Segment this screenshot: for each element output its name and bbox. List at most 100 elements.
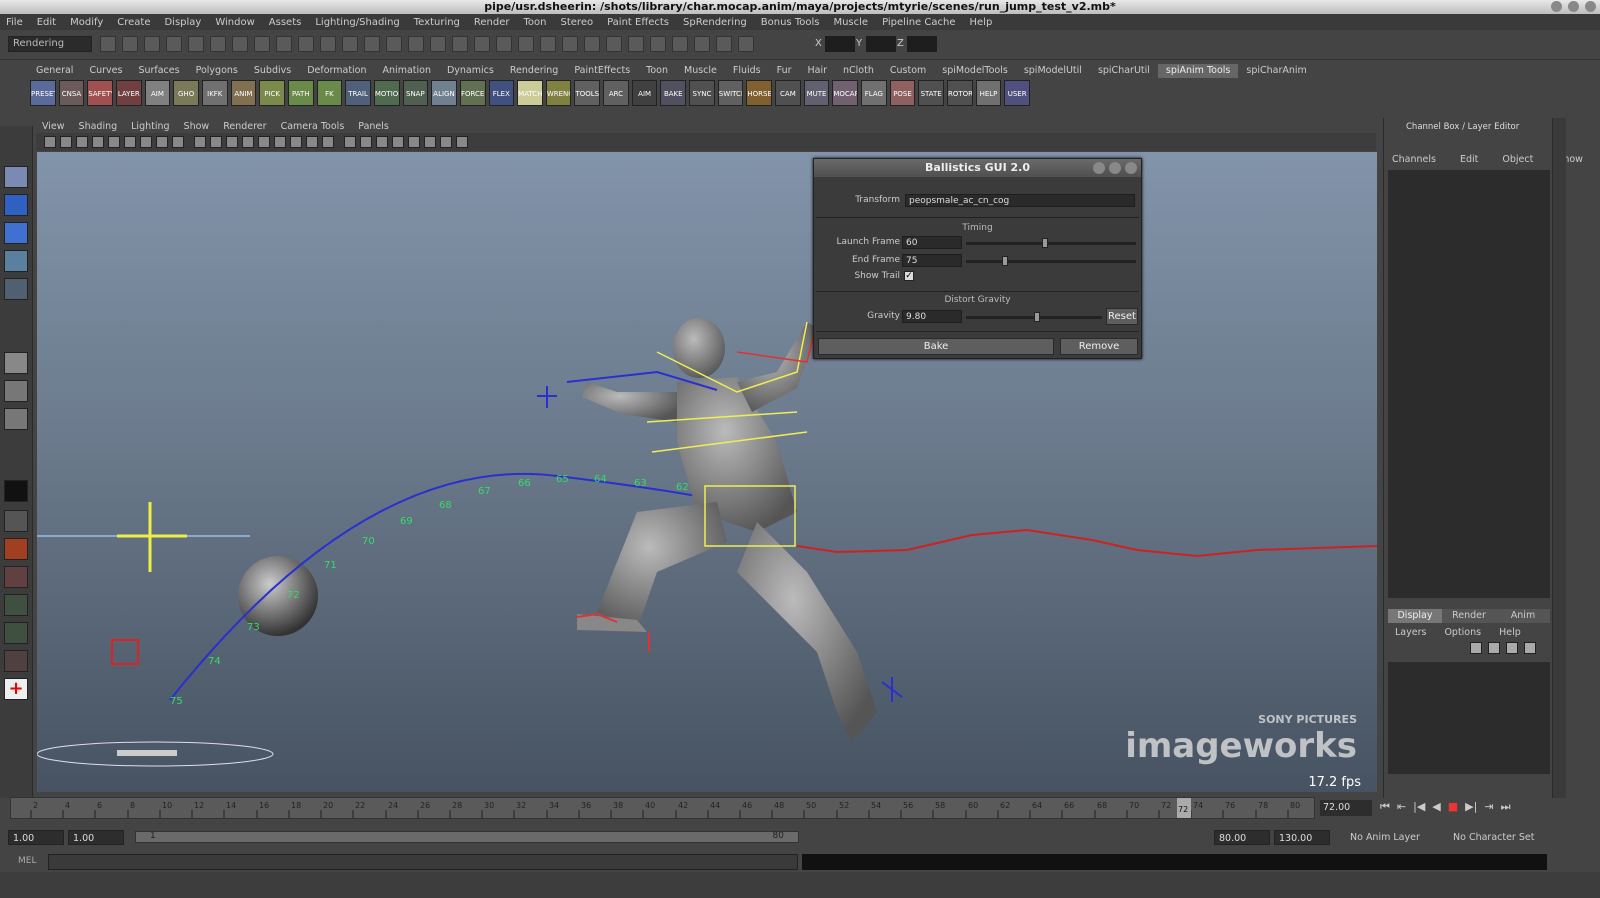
status-tool-icon[interactable] xyxy=(320,36,336,52)
panel-tool-icon[interactable] xyxy=(140,136,152,148)
launch-frame-slider[interactable] xyxy=(966,238,1136,248)
panel-tool-icon[interactable] xyxy=(92,136,104,148)
new-layer-selected-icon[interactable] xyxy=(1488,642,1500,654)
maximize-icon[interactable] xyxy=(1568,1,1579,12)
show-trail-checkbox[interactable]: ✓ xyxy=(904,271,914,281)
shelf-trail-icon[interactable]: TRAIL xyxy=(345,80,371,106)
shelf-flex-icon[interactable]: FLEX xyxy=(488,80,515,106)
status-tool-icon[interactable] xyxy=(144,36,160,52)
status-tool-icon[interactable] xyxy=(518,36,534,52)
shelf-tab-rendering[interactable]: Rendering xyxy=(502,64,567,78)
viewport-3d[interactable]: 75747372717069686766656463626160 SONY PI… xyxy=(37,152,1377,792)
menu-set-select[interactable]: Rendering xyxy=(8,36,92,52)
character-set-select[interactable]: No Character Set xyxy=(1453,832,1534,843)
shelf-tab-custom[interactable]: Custom xyxy=(882,64,934,78)
shelf-tab-spianim-tools[interactable]: spiAnim Tools xyxy=(1157,64,1239,78)
shelf-aim-icon[interactable]: AIM xyxy=(631,80,658,106)
scale-tool-icon[interactable] xyxy=(4,250,28,272)
status-tool-icon[interactable] xyxy=(122,36,138,52)
shelf-tab-toon[interactable]: Toon xyxy=(638,64,676,78)
status-tool-icon[interactable] xyxy=(672,36,688,52)
status-tool-icon[interactable] xyxy=(628,36,644,52)
panel-tool-icon[interactable] xyxy=(306,136,318,148)
panel-tool-icon[interactable] xyxy=(392,136,404,148)
panel-menu-panels[interactable]: Panels xyxy=(358,121,389,132)
shelf-align-icon[interactable]: ALIGN xyxy=(431,80,457,106)
status-tool-icon[interactable] xyxy=(738,36,754,52)
create-tool-icon[interactable] xyxy=(4,510,28,532)
new-layer-icon[interactable] xyxy=(1470,642,1482,654)
panel-tool-icon[interactable] xyxy=(242,136,254,148)
slider-knob[interactable] xyxy=(1042,238,1048,248)
panel-tool-icon[interactable] xyxy=(108,136,120,148)
shelf-user-tools-icon[interactable]: USER tools xyxy=(1004,80,1030,106)
menu-toon[interactable]: Toon xyxy=(524,17,547,28)
shelf-safety-icon[interactable]: SAFETY xyxy=(87,80,113,106)
menu-window[interactable]: Window xyxy=(215,17,254,28)
menu-muscle[interactable]: Muscle xyxy=(833,17,868,28)
menu-render[interactable]: Render xyxy=(474,17,510,28)
shelf-switch-icon[interactable]: SWITCH xyxy=(717,80,744,106)
shelf-tab-spicharanim[interactable]: spiCharAnim xyxy=(1238,64,1314,78)
layer-menu-options[interactable]: Options xyxy=(1444,627,1481,638)
layout-single-icon[interactable] xyxy=(4,352,28,374)
menu-file[interactable]: File xyxy=(6,17,23,28)
shelf-motion-icon[interactable]: MOTION xyxy=(373,80,400,106)
status-tool-icon[interactable] xyxy=(474,36,490,52)
slider-knob[interactable] xyxy=(1034,312,1040,322)
shelf-tab-subdivs[interactable]: Subdivs xyxy=(246,64,299,78)
layer-list[interactable] xyxy=(1388,662,1550,774)
channel-menu-channels[interactable]: Channels xyxy=(1392,154,1436,165)
y-field[interactable] xyxy=(866,36,896,52)
shelf-tab-spicharutil[interactable]: spiCharUtil xyxy=(1090,64,1158,78)
shelf-mute-icon[interactable]: MUTE xyxy=(803,80,830,106)
shelf-tools-icon[interactable]: TOOLS xyxy=(574,80,601,106)
menu-edit[interactable]: Edit xyxy=(37,17,56,28)
status-tool-icon[interactable] xyxy=(166,36,182,52)
move-tool-icon[interactable] xyxy=(4,194,28,216)
menu-create[interactable]: Create xyxy=(117,17,150,28)
prop-tool-icon[interactable] xyxy=(4,538,28,560)
panel-tool-icon[interactable] xyxy=(376,136,388,148)
shelf-bake-icon[interactable]: BAKE xyxy=(660,80,687,106)
all-tool-icon[interactable] xyxy=(4,622,28,644)
channel-box-area[interactable] xyxy=(1388,170,1550,598)
menu-display[interactable]: Display xyxy=(164,17,201,28)
minimize-icon[interactable] xyxy=(1551,1,1562,12)
step-back-key-icon[interactable]: ⇤ xyxy=(1397,800,1406,814)
status-tool-icon[interactable] xyxy=(606,36,622,52)
status-tool-icon[interactable] xyxy=(540,36,556,52)
shelf-tab-dynamics[interactable]: Dynamics xyxy=(439,64,502,78)
menu-sprendering[interactable]: SpRendering xyxy=(683,17,747,28)
shelf-cnsa-icon[interactable]: CNSA xyxy=(58,80,85,106)
constraint-tool-icon[interactable] xyxy=(4,566,28,588)
start-time-field[interactable]: 1.00 xyxy=(8,830,64,845)
panel-tool-icon[interactable] xyxy=(210,136,222,148)
shelf-snap-icon[interactable]: SNAP xyxy=(402,80,429,106)
shelf-sync-icon[interactable]: SYNC xyxy=(689,80,715,106)
shelf-state-icon[interactable]: STATE xyxy=(918,80,944,106)
playback-start-field[interactable]: 1.00 xyxy=(68,830,124,845)
status-tool-icon[interactable] xyxy=(452,36,468,52)
status-tool-icon[interactable] xyxy=(210,36,226,52)
panel-tool-icon[interactable] xyxy=(424,136,436,148)
panel-tool-icon[interactable] xyxy=(44,136,56,148)
mel-input[interactable] xyxy=(48,854,798,870)
close-icon[interactable] xyxy=(1585,1,1596,12)
shelf-tab-hair[interactable]: Hair xyxy=(800,64,836,78)
panel-tool-icon[interactable] xyxy=(290,136,302,148)
status-tool-icon[interactable] xyxy=(496,36,512,52)
channel-menu-edit[interactable]: Edit xyxy=(1460,154,1478,165)
bind-tool-icon[interactable] xyxy=(4,650,28,672)
range-slider[interactable]: 1 80 xyxy=(135,831,799,843)
panel-tool-icon[interactable] xyxy=(344,136,356,148)
step-forward-key-icon[interactable]: ⇥ xyxy=(1484,800,1493,814)
panel-tool-icon[interactable] xyxy=(274,136,286,148)
layer-tab-render[interactable]: Render xyxy=(1442,609,1496,623)
minimize-icon[interactable] xyxy=(1093,162,1105,174)
close-icon[interactable] xyxy=(1125,162,1137,174)
status-tool-icon[interactable] xyxy=(364,36,380,52)
panel-tool-icon[interactable] xyxy=(60,136,72,148)
panel-tool-icon[interactable] xyxy=(258,136,270,148)
attribute-editor-strip[interactable] xyxy=(1552,118,1566,798)
